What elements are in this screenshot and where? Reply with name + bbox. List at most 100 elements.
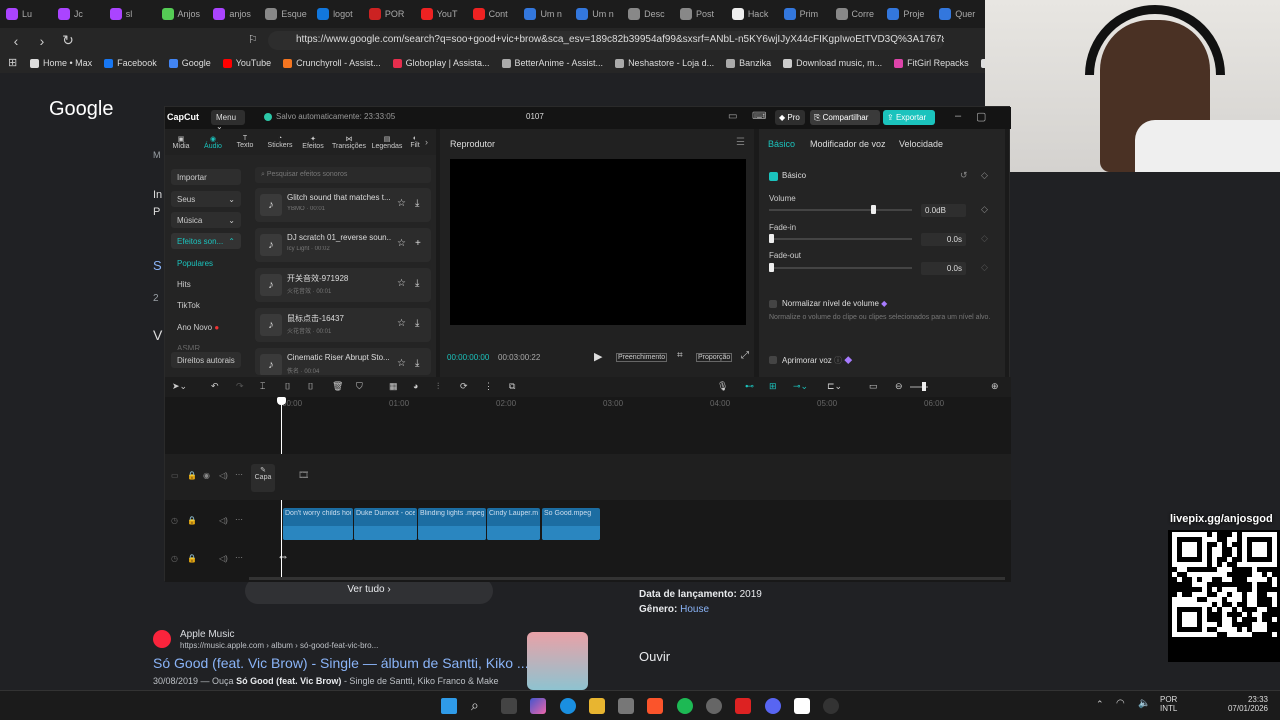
nav-musica[interactable]: Música ⌄ bbox=[171, 212, 241, 228]
audio-clip[interactable]: Cindy Lauper.mp bbox=[487, 508, 540, 540]
player-menu-icon[interactable]: ☰ bbox=[736, 137, 745, 148]
zoom-in-icon[interactable]: ⊕ bbox=[991, 381, 999, 392]
tab-velocidade[interactable]: Velocidade bbox=[899, 139, 943, 149]
download-icon[interactable]: ⤓ bbox=[415, 198, 419, 209]
more-icon[interactable]: ⋯ bbox=[235, 470, 243, 479]
favorite-icon[interactable]: ☆ bbox=[397, 358, 406, 369]
tab-audio[interactable]: ◉ Áudio bbox=[201, 135, 225, 150]
nav-hits[interactable]: Hits bbox=[171, 276, 241, 292]
bookmark-star-icon[interactable]: ⚐ bbox=[248, 33, 258, 46]
basico-checkbox[interactable] bbox=[769, 172, 778, 181]
audio-clip[interactable]: So Good.mpeg bbox=[542, 508, 600, 540]
tab-texto[interactable]: T Texto bbox=[233, 135, 257, 149]
volume-icon[interactable]: ◁) bbox=[219, 471, 228, 480]
volume-value-field[interactable]: 0.0dB bbox=[921, 204, 966, 217]
sound-effect-item[interactable]: ♪ 鼠标点击-16437 火花音效 · 00:01 ☆ ⤓ bbox=[255, 308, 431, 342]
file-explorer-icon[interactable] bbox=[589, 698, 605, 714]
minimize-icon[interactable]: – bbox=[955, 110, 961, 122]
browser-tab[interactable]: Um n bbox=[570, 0, 622, 28]
trim-left-icon[interactable]: ⌷ bbox=[285, 381, 290, 392]
sound-effect-item[interactable]: ♪ Glitch sound that matches t... YBMO · … bbox=[255, 188, 431, 222]
audio-clip[interactable]: Duke Dumont - oce bbox=[354, 508, 417, 540]
browser-tab[interactable]: YouT bbox=[415, 0, 467, 28]
caption-icon[interactable]: ▭ bbox=[869, 381, 878, 392]
browser-tab[interactable]: anjos bbox=[207, 0, 259, 28]
start-icon[interactable] bbox=[441, 698, 457, 714]
browser-tab[interactable]: Jc bbox=[52, 0, 104, 28]
bookmark-item[interactable]: Download music, m... bbox=[783, 58, 882, 68]
bookmark-item[interactable]: Banzika bbox=[726, 58, 771, 68]
volume-slider[interactable] bbox=[769, 209, 912, 211]
volume-slider-handle[interactable] bbox=[871, 205, 877, 214]
magnet-icon[interactable]: ⊞ bbox=[769, 381, 777, 392]
discord-icon[interactable] bbox=[765, 698, 781, 714]
keyframe-icon[interactable]: ◇ bbox=[981, 204, 988, 215]
lock-icon[interactable]: 🔒 bbox=[187, 554, 197, 563]
select-tool-icon[interactable]: ➤⌄ bbox=[172, 381, 187, 392]
capcut-taskbar-icon[interactable] bbox=[794, 698, 810, 714]
download-icon[interactable]: ⤓ bbox=[415, 318, 419, 329]
url-field[interactable]: https://www.google.com/search?q=soo+good… bbox=[268, 31, 944, 50]
trim-right-icon[interactable]: ⌷ bbox=[308, 381, 313, 392]
store-icon[interactable] bbox=[618, 698, 634, 714]
sound-search-input[interactable]: ⌕ Pesquisar efeitos sonoros bbox=[255, 167, 431, 183]
wifi-icon[interactable]: ◠ bbox=[1116, 698, 1125, 709]
back-icon[interactable]: ‹ bbox=[6, 33, 26, 49]
link-icon[interactable]: ⊸⌄ bbox=[793, 381, 808, 392]
keyframe-icon[interactable]: ◇ bbox=[981, 233, 988, 244]
fadein-value-field[interactable]: 0.0s bbox=[921, 233, 966, 246]
timeline-scrollbar[interactable] bbox=[249, 577, 1005, 580]
play-icon[interactable]: ▶ bbox=[594, 350, 602, 363]
browser-tab[interactable]: Desc bbox=[622, 0, 674, 28]
eye-icon[interactable]: ◉ bbox=[203, 471, 210, 480]
tab-transicoes[interactable]: ⋈ Transições bbox=[331, 135, 367, 150]
language-indicator[interactable]: POR INTL bbox=[1160, 695, 1177, 713]
preview-axis-icon[interactable]: ⊏⌄ bbox=[827, 381, 842, 392]
tab-legendas[interactable]: ▤ Legendas bbox=[370, 135, 404, 150]
genre-link[interactable]: House bbox=[680, 604, 709, 615]
split-icon[interactable]: ⌶ bbox=[260, 381, 265, 392]
audio-wave-icon[interactable]: ⋮ bbox=[484, 381, 493, 392]
bookmark-item[interactable]: Google bbox=[168, 58, 211, 68]
fadein-slider-handle[interactable] bbox=[769, 234, 774, 243]
beat-icon[interactable]: ⫶ bbox=[437, 381, 439, 392]
toolbar-more-icon[interactable]: › bbox=[425, 137, 428, 147]
brave-icon[interactable] bbox=[647, 698, 663, 714]
bookmark-item[interactable]: Facebook bbox=[104, 58, 157, 68]
tab-modificador-voz[interactable]: Modificador de voz bbox=[810, 139, 886, 149]
nav-tiktok[interactable]: TikTok bbox=[171, 297, 241, 313]
tab-stickers[interactable]: ◔ Stickers bbox=[265, 135, 295, 149]
nav-direitos[interactable]: Direitos autorais bbox=[171, 352, 241, 368]
nav-ano-novo[interactable]: Ano Novo ● bbox=[171, 319, 241, 335]
bookmark-item[interactable]: Neshastore - Loja d... bbox=[615, 58, 714, 68]
browser-tab[interactable]: POR bbox=[363, 0, 415, 28]
browser-tab[interactable]: Lu bbox=[0, 0, 52, 28]
shield-icon[interactable]: ⛉ bbox=[356, 381, 363, 392]
tab-filtros[interactable]: ◐ Filt bbox=[408, 135, 422, 149]
color-icon[interactable]: ◕ bbox=[413, 381, 418, 391]
browser-tab[interactable]: sl bbox=[104, 0, 156, 28]
convert-icon[interactable]: ⧉ bbox=[509, 381, 515, 392]
fadein-slider[interactable] bbox=[769, 238, 912, 240]
clock[interactable]: 23:33 07/01/2026 bbox=[1218, 695, 1268, 713]
crop-icon[interactable]: ⌗ bbox=[677, 350, 683, 361]
bookmark-item[interactable]: Home • Max bbox=[30, 58, 92, 68]
export-button[interactable]: ⇪ Exportar bbox=[883, 110, 935, 125]
media-player-icon[interactable] bbox=[823, 698, 839, 714]
zoom-out-icon[interactable]: ⊖ bbox=[895, 381, 903, 392]
browser-tab[interactable]: Um n bbox=[518, 0, 570, 28]
bookmark-item[interactable]: Crunchyroll - Assist... bbox=[283, 58, 381, 68]
video-preview[interactable] bbox=[450, 159, 746, 325]
layout-icon[interactable]: ▭ bbox=[728, 111, 737, 122]
playhead-handle[interactable] bbox=[277, 397, 286, 405]
nav-populares[interactable]: Populares bbox=[171, 255, 241, 271]
speaker-icon[interactable]: 🔈 bbox=[1138, 698, 1150, 709]
nav-import[interactable]: Importar bbox=[171, 169, 241, 185]
browser-tab[interactable]: Quer bbox=[933, 0, 985, 28]
favorite-icon[interactable]: ☆ bbox=[397, 198, 406, 209]
nav-seus[interactable]: Seus ⌄ bbox=[171, 191, 241, 207]
edge-icon[interactable] bbox=[560, 698, 576, 714]
freeze-icon[interactable]: ▦ bbox=[389, 381, 398, 392]
cover-button[interactable]: ✎ Capa bbox=[251, 464, 275, 492]
obs-icon[interactable] bbox=[735, 698, 751, 714]
